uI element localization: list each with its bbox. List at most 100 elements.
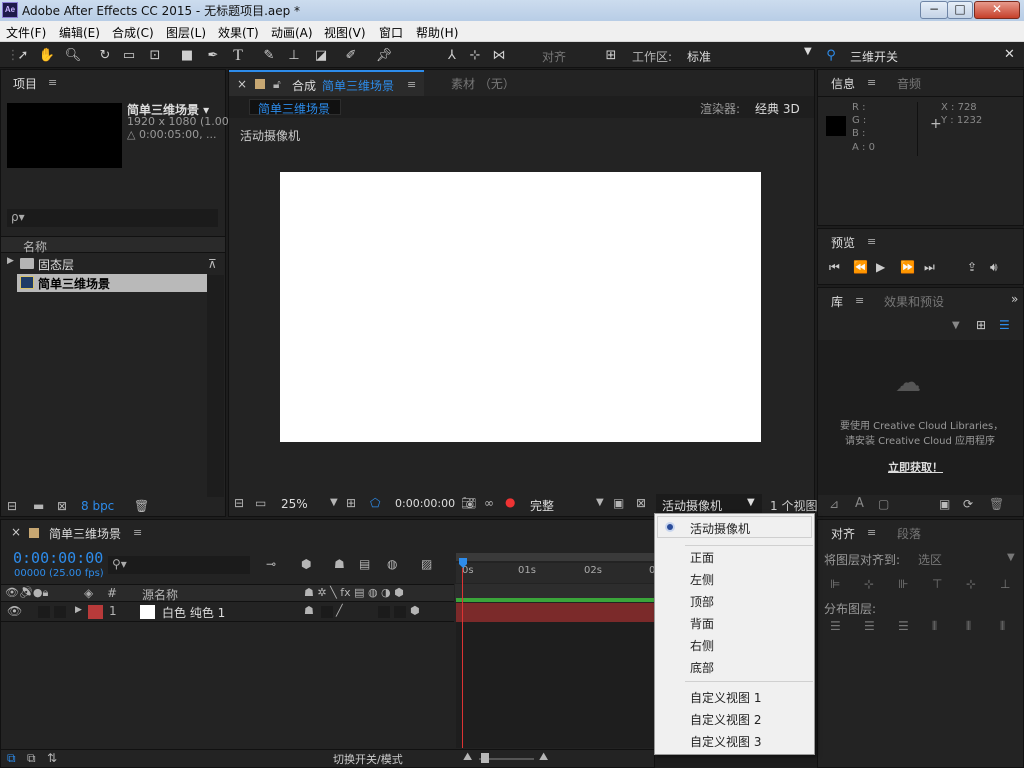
brush-tool-icon[interactable]: ✎ [260,47,278,65]
new-folder-icon[interactable]: ▬ [33,499,44,513]
menu-item-custom-view-2[interactable]: 自定义视图 2 [690,711,761,728]
get-it-now-link[interactable]: 立即获取！ [888,459,943,475]
transparency-grid-icon[interactable]: ⊠ [636,496,646,510]
maximize-button[interactable]: □ [947,1,973,19]
frame-blending-icon[interactable]: ▤ [359,557,370,571]
region-of-interest-icon[interactable]: ▣ [613,496,624,510]
project-scrollbar[interactable] [207,275,224,497]
zoom-slider-thumb[interactable] [481,753,489,763]
menu-item-left[interactable]: 左侧 [690,571,714,588]
clone-stamp-tool-icon[interactable]: ⊥ [285,47,303,65]
distribute-hcenter-icon[interactable]: ⫴ [966,619,971,634]
column-number-header[interactable]: # [107,586,117,600]
show-snapshot-icon[interactable]: ∞ [484,496,494,510]
comp-frame[interactable] [280,172,761,442]
menu-item-right[interactable]: 右侧 [690,637,714,654]
zoom-tool-icon[interactable]: 🔍︎ [64,47,82,65]
next-frame-icon[interactable]: ⏩ [900,260,915,274]
distribute-left-icon[interactable]: ⫴ [932,619,937,634]
rotate-tool-icon[interactable]: ↻ [96,47,114,65]
timeline-timecode[interactable]: 0:00:00:00 [13,549,103,567]
panel-menu-icon[interactable]: ≡ [867,526,876,539]
selection-tool-icon[interactable]: ➚ [14,47,32,65]
loop-icon[interactable]: ⇪ [967,260,977,274]
timeline-tab-name[interactable]: 简单三维场景 [49,525,121,542]
tab-library[interactable]: 库 [831,293,843,310]
menu-item-top[interactable]: 顶部 [690,593,714,610]
menu-effect[interactable]: 效果(T) [218,24,259,41]
shy-switch-icon[interactable]: ☗ [304,604,314,617]
tab-footage[interactable]: 素材 （无） [451,75,515,92]
av-features-icon[interactable]: 👁︎🔊︎●🔒︎ [5,586,48,600]
panel-menu-icon[interactable]: ≡ [867,235,876,248]
mask-visibility-icon[interactable]: ⬠ [370,496,380,510]
motion-blur-switch[interactable] [394,606,406,618]
menu-item-custom-view-3[interactable]: 自定义视图 3 [690,733,761,750]
distribute-vcenter-icon[interactable]: ☰ [864,619,875,633]
roto-brush-tool-icon[interactable]: ✐ [342,47,360,65]
align-hcenter-icon[interactable]: ⊹ [864,577,874,591]
menu-item-bottom[interactable]: 底部 [690,659,714,676]
interpret-footage-icon[interactable]: ⊟ [7,499,17,513]
more-tabs-icon[interactable]: » [1011,292,1018,306]
layer-duration-bar[interactable] [456,603,654,622]
safe-zones-icon[interactable]: ⊞ [346,496,356,510]
align-left-icon[interactable]: ⊫ [830,577,840,591]
tab-audio[interactable]: 音频 [897,75,921,92]
list-item[interactable]: ▶ 固态层 [1,255,207,273]
play-icon[interactable]: ▶ [876,260,885,274]
motion-blur-icon[interactable]: ◍ [387,557,397,571]
list-item[interactable]: 简单三维场景 [17,274,207,292]
toggle-switches-modes-button[interactable]: 切换开关/模式 [333,751,403,767]
playhead-line[interactable] [462,568,463,748]
add-content-icon[interactable]: ⊿ [829,497,839,511]
panel-menu-icon[interactable]: ≡ [133,526,142,539]
clear-search-icon[interactable]: ✕ [1004,47,1015,62]
distribute-top-icon[interactable]: ☰ [830,619,841,633]
current-time-display[interactable]: 0:00:00:00 [395,497,455,510]
tab-info[interactable]: 信息 [831,75,855,92]
view-axis-icon[interactable]: ⋈ [490,47,508,65]
menu-item-active-camera[interactable]: 活动摄像机 [657,516,812,538]
align-bottom-icon[interactable]: ⊥ [1000,577,1010,591]
audio-icon[interactable]: 🔊︎ [990,260,998,275]
last-frame-icon[interactable]: ⏭ [924,260,935,275]
menu-item-front[interactable]: 正面 [690,549,714,566]
lock-icon[interactable]: 🔓︎ [273,77,281,92]
menu-layer[interactable]: 图层(L) [166,24,206,41]
new-comp-icon[interactable]: ⊠ [57,499,67,513]
in-out-icon[interactable]: ⇅ [47,751,57,765]
column-source-name-header[interactable]: 源名称 [142,586,178,603]
menu-animation[interactable]: 动画(A) [271,24,313,41]
first-frame-icon[interactable]: ⏮ [829,260,840,275]
project-search-input[interactable]: ρ▾ [7,209,218,227]
hand-tool-icon[interactable]: ✋ [38,47,56,65]
label-icon[interactable]: ◈ [84,586,93,600]
world-axis-icon[interactable]: ⊹ [466,47,484,65]
add-text-icon[interactable]: A [855,496,864,511]
menu-composition[interactable]: 合成(C) [112,24,154,41]
always-preview-icon[interactable]: ⊟ [234,496,244,510]
layer-label-color[interactable] [88,605,103,619]
pen-tool-icon[interactable]: ✒ [204,47,222,65]
close-tab-icon[interactable]: × [11,525,21,539]
library-select-chevron-icon[interactable]: ▼ [952,320,960,331]
timeline-track-area[interactable] [456,622,654,748]
snapshot-icon[interactable]: 📷︎ [461,496,476,510]
align-top-icon[interactable]: ⊤ [932,577,942,591]
align-vcenter-icon[interactable]: ⊹ [966,577,976,591]
draft-3d-icon[interactable]: ⬢ [301,557,311,571]
minimize-button[interactable]: − [920,1,948,19]
local-axis-icon[interactable]: ⅄ [443,47,461,65]
adjustment-switch[interactable] [378,606,390,618]
rectangle-tool-icon[interactable]: ■ [178,47,196,65]
workspace-dropdown-chevron-icon[interactable]: ▼ [804,46,812,57]
comp-breadcrumb[interactable]: 简单三维场景 [249,99,341,116]
bit-depth-button[interactable]: 8 bpc [81,499,114,513]
eraser-tool-icon[interactable]: ◪ [312,47,330,65]
workspace-select[interactable]: 标准 [687,48,711,65]
distribute-bottom-icon[interactable]: ☰ [898,619,909,633]
monitor-icon[interactable]: ▭ [255,496,266,510]
renderer-value[interactable]: 经典 3D [755,100,800,117]
work-area-bar[interactable] [456,553,654,561]
